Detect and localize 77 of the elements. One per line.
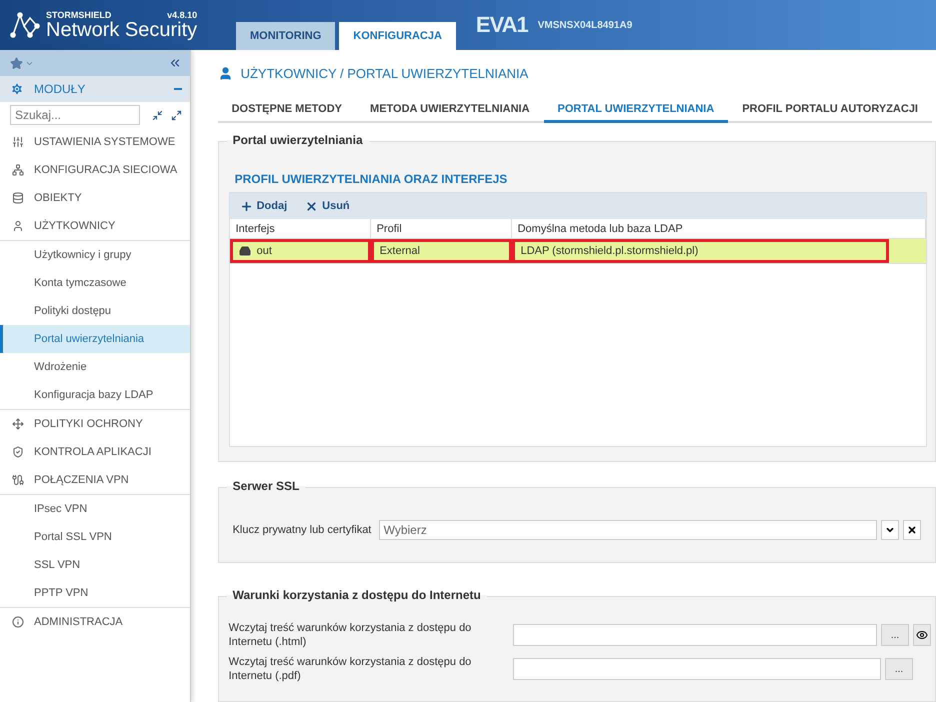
browse-button[interactable]: ... <box>881 624 909 646</box>
column-header: Interfejs <box>230 219 371 238</box>
table-cell: LDAP (stormshield.pl.stormshield.pl) <box>512 239 889 263</box>
dropdown-button[interactable] <box>881 520 899 540</box>
modules-label: MODUŁY <box>34 82 86 96</box>
menu-icon <box>12 474 24 486</box>
menu-icon <box>12 446 24 458</box>
table-cell: External <box>370 239 512 263</box>
column-header: Domyślna metoda lub baza LDAP <box>512 219 926 238</box>
browse-button[interactable]: ... <box>885 658 913 680</box>
menu-icon <box>12 616 24 628</box>
page-tab[interactable]: METODA UWIERZYTELNIANIA <box>356 97 544 123</box>
menu-icon <box>12 220 24 232</box>
file-field[interactable] <box>512 624 877 646</box>
table-cell: out <box>230 239 371 263</box>
submenu-item[interactable]: Polityki dostępu <box>0 297 190 325</box>
top-tab[interactable]: MONITORING <box>236 22 336 50</box>
menu-item[interactable]: POŁĄCZENIA VPN <box>0 466 190 494</box>
section-heading: PROFIL UWIERZYTELNIANIA ORAZ INTERFEJS <box>234 172 508 186</box>
eye-icon <box>916 629 928 641</box>
column-header: Profil <box>370 219 512 238</box>
section-legend: Serwer SSL <box>226 479 306 493</box>
menu-item[interactable]: UŻYTKOWNICY <box>0 212 190 240</box>
section-legend: Portal uwierzytelniania <box>226 133 369 147</box>
submenu-item[interactable]: PPTP VPN <box>0 579 190 607</box>
version-label: v4.8.10 <box>167 10 198 20</box>
table-row[interactable]: out External LDAP (stormshield.pl.stormshield.pl) <box>230 239 926 264</box>
expand-all-icon[interactable] <box>170 110 182 120</box>
submenu-item[interactable]: Konta tymczasowe <box>0 269 190 297</box>
serial-number: VMSNSX04L8491A9 <box>538 20 632 30</box>
clear-button[interactable] <box>903 520 921 540</box>
preview-button[interactable] <box>913 624 931 646</box>
menu-item[interactable]: USTAWIENIA SYSTEMOWE <box>0 128 190 156</box>
product-name: Network Security <box>46 20 198 40</box>
menu-item[interactable]: POLITYKI OCHRONY <box>0 410 190 438</box>
field-label: Wczytaj treść warunków korzystania z dostępu do Internetu (.html) <box>228 621 472 649</box>
submenu-item[interactable]: Wdrożenie <box>0 353 190 381</box>
user-icon <box>218 66 233 81</box>
logo-icon <box>10 12 40 38</box>
submenu-item[interactable]: Portal SSL VPN <box>0 523 190 551</box>
menu-item[interactable]: OBIEKTY <box>0 184 190 212</box>
page-tab[interactable]: DOSTĘPNE METODY <box>218 97 356 123</box>
field-label: Wczytaj treść warunków korzystania z dostępu do Internetu (.pdf) <box>228 655 472 683</box>
interface-icon <box>238 245 251 257</box>
submenu-item[interactable]: Portal uwierzytelniania <box>0 325 190 353</box>
section-legend: Warunki korzystania z dostępu do Internetu <box>226 588 487 602</box>
close-icon <box>305 200 318 212</box>
field-label: Klucz prywatny lub certyfikat <box>232 523 372 537</box>
page-tab[interactable]: PROFIL PORTALU AUTORYZACJI <box>728 97 932 123</box>
submenu-item[interactable]: Użytkownicy i grupy <box>0 241 190 269</box>
menu-item[interactable]: KONFIGURACJA SIECIOWA <box>0 156 190 184</box>
top-tab[interactable]: KONFIGURACJA <box>339 22 456 50</box>
menu-icon <box>12 418 24 430</box>
submenu-item[interactable]: SSL VPN <box>0 551 190 579</box>
add-button[interactable]: Dodaj <box>240 200 288 212</box>
caret-icon <box>885 525 895 535</box>
submenu-item[interactable]: IPsec VPN <box>0 495 190 523</box>
device-name: EVA1 <box>476 12 528 38</box>
submenu-item[interactable]: Konfiguracja bazy LDAP <box>0 381 190 409</box>
menu-item[interactable]: ADMINISTRACJA <box>0 608 190 636</box>
menu-icon <box>12 192 24 204</box>
page-tab[interactable]: PORTAL UWIERZYTELNIANIA <box>544 97 728 123</box>
file-field[interactable] <box>512 658 881 680</box>
settings-icon <box>10 82 24 96</box>
remove-button[interactable]: Usuń <box>305 200 350 212</box>
certificate-select[interactable]: Wybierz <box>378 520 877 540</box>
minus-icon[interactable] <box>174 88 182 90</box>
menu-icon <box>12 136 24 148</box>
breadcrumb: UŻYTKOWNICY / PORTAL UWIERZYTELNIANIA <box>240 66 528 81</box>
brand-name: STORMSHIELD <box>46 10 112 20</box>
close-icon <box>907 525 917 535</box>
star-icon[interactable] <box>10 56 23 70</box>
search-field[interactable]: Szukaj... <box>10 105 140 125</box>
menu-icon <box>12 164 24 176</box>
collapse-all-icon[interactable] <box>152 110 163 120</box>
plus-icon <box>240 200 253 212</box>
menu-item[interactable]: KONTROLA APLIKACJI <box>0 438 190 466</box>
